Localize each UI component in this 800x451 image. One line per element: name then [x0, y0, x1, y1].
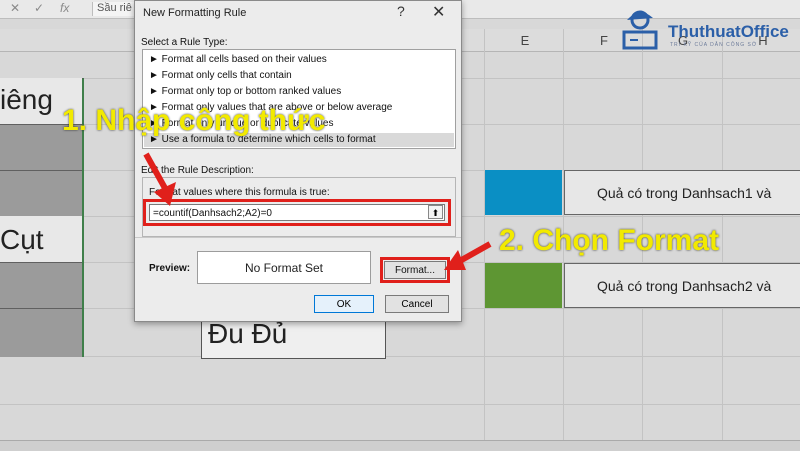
logo-tagline: TRI KỸ CỦA DÂN CÔNG SỞ	[670, 42, 758, 48]
format-button[interactable]: Format...	[384, 261, 446, 279]
row-divider	[0, 170, 82, 171]
rule-type-item[interactable]: ► Format all cells based on their values	[149, 54, 327, 65]
grid-line	[0, 356, 800, 357]
divider	[135, 237, 461, 238]
cancel-button[interactable]: Cancel	[385, 295, 449, 313]
red-arrow-icon	[143, 152, 176, 206]
rule-type-item[interactable]: ► Format only top or bottom ranked value…	[149, 86, 341, 97]
insert-function-icon[interactable]: fx	[60, 1, 69, 15]
rule-type-item[interactable]: ► Format only cells that contain	[149, 70, 292, 81]
help-icon[interactable]: ?	[397, 3, 405, 19]
grid-line	[722, 29, 723, 450]
close-icon[interactable]: ✕	[432, 2, 445, 22]
grid-line	[0, 404, 800, 405]
ok-button[interactable]: OK	[314, 295, 374, 313]
column-header-e[interactable]: E	[505, 33, 545, 48]
row-divider	[0, 262, 82, 263]
formula-bar-content[interactable]: Sầu riê	[92, 2, 137, 16]
sheet-tab-bar	[0, 440, 800, 451]
green-filled-cell[interactable]	[485, 263, 562, 308]
cell-fruit-row2[interactable]: Quả có trong Danhsach2 và	[564, 263, 800, 308]
cell-fruit-row1[interactable]: Quả có trong Danhsach1 và	[564, 170, 800, 215]
row-divider	[0, 308, 82, 309]
logo-person-icon	[622, 10, 658, 50]
cell-text: Cụt	[0, 224, 44, 255]
step1-annotation: 1. Nhập công thức	[62, 104, 326, 137]
red-arrow-icon	[444, 241, 492, 270]
preview-box: No Format Set	[197, 251, 371, 284]
dialog-title: New Formatting Rule	[143, 7, 247, 19]
formula-input[interactable]: =countif(Danhsach2;A2)=0	[149, 204, 445, 221]
blue-filled-cell[interactable]	[485, 170, 562, 215]
cell-text: iêng	[0, 84, 53, 115]
preview-label: Preview:	[149, 263, 191, 274]
select-rule-type-label: Select a Rule Type:	[141, 37, 228, 48]
cancel-entry-icon[interactable]: ✕	[10, 1, 20, 15]
collapse-dialog-icon[interactable]: ⬆	[428, 205, 443, 219]
step2-annotation: 2. Chọn Format	[499, 224, 720, 257]
logo-text: ThuthuatOffice	[668, 22, 789, 41]
confirm-entry-icon[interactable]: ✓	[34, 1, 44, 15]
cell-text: Đu Đủ	[208, 318, 288, 349]
new-formatting-rule-dialog: New Formatting Rule ? ✕ Select a Rule Ty…	[134, 0, 462, 322]
